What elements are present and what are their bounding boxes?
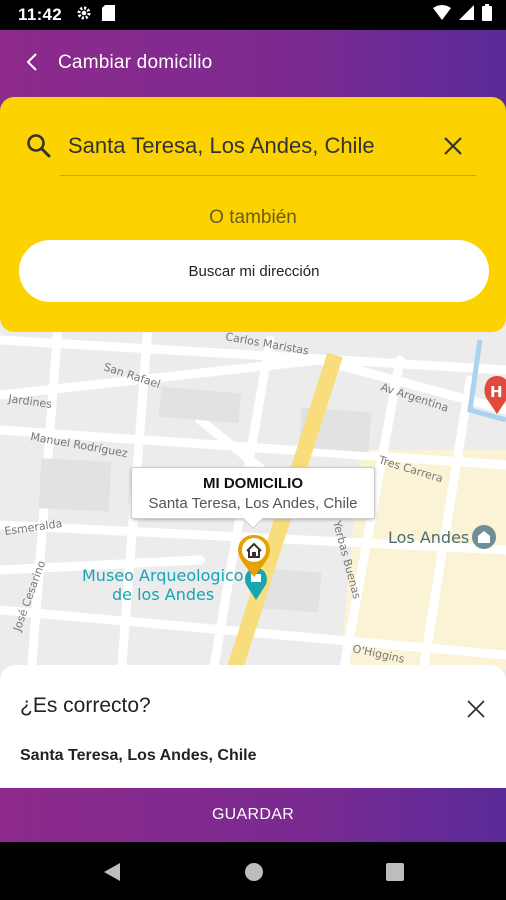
confirm-title: ¿Es correcto? xyxy=(20,694,151,717)
search-input[interactable] xyxy=(68,127,418,165)
place-label-los-andes: Los Andes xyxy=(388,528,469,547)
status-bar: 11:42 xyxy=(0,0,506,30)
signal-icon xyxy=(459,5,474,25)
alt-option-label: O también xyxy=(209,207,297,228)
confirm-address: Santa Teresa, Los Andes, Chile xyxy=(20,747,257,764)
gear-icon xyxy=(76,5,92,26)
street-label: Esmeralda xyxy=(4,517,63,538)
sim-card-icon xyxy=(102,4,115,26)
address-callout: MI DOMICILIO Santa Teresa, Los Andes, Ch… xyxy=(131,467,375,529)
confirm-sheet: ¿Es correcto? Santa Teresa, Los Andes, C… xyxy=(0,665,506,795)
find-my-address-button[interactable]: Buscar mi dirección xyxy=(19,240,489,302)
svg-text:H: H xyxy=(490,383,503,401)
close-icon[interactable] xyxy=(440,133,466,159)
wifi-icon xyxy=(433,5,451,25)
home-circle-icon[interactable] xyxy=(242,860,266,884)
street-label: Jardines xyxy=(7,392,53,411)
place-label-museum: Museo Arqueologico xyxy=(82,566,244,585)
battery-icon xyxy=(482,4,492,26)
recents-square-icon[interactable] xyxy=(383,860,407,884)
place-label-museum-line2: de los Andes xyxy=(112,585,214,604)
save-button[interactable]: GUARDAR xyxy=(0,788,506,842)
back-triangle-icon[interactable] xyxy=(100,860,124,884)
page-title: Cambiar domicilio xyxy=(58,52,213,73)
home-pin-icon[interactable] xyxy=(236,533,272,579)
search-card: O también Buscar mi dirección xyxy=(0,97,506,332)
status-time: 11:42 xyxy=(18,5,63,24)
system-nav-bar xyxy=(0,842,506,900)
search-underline xyxy=(60,175,476,176)
city-landmark-icon xyxy=(472,525,496,549)
chevron-left-icon xyxy=(25,52,39,77)
callout-title: MI DOMICILIO xyxy=(203,475,303,492)
back-button[interactable] xyxy=(18,50,46,78)
search-icon xyxy=(26,133,52,159)
close-icon[interactable] xyxy=(463,696,489,722)
